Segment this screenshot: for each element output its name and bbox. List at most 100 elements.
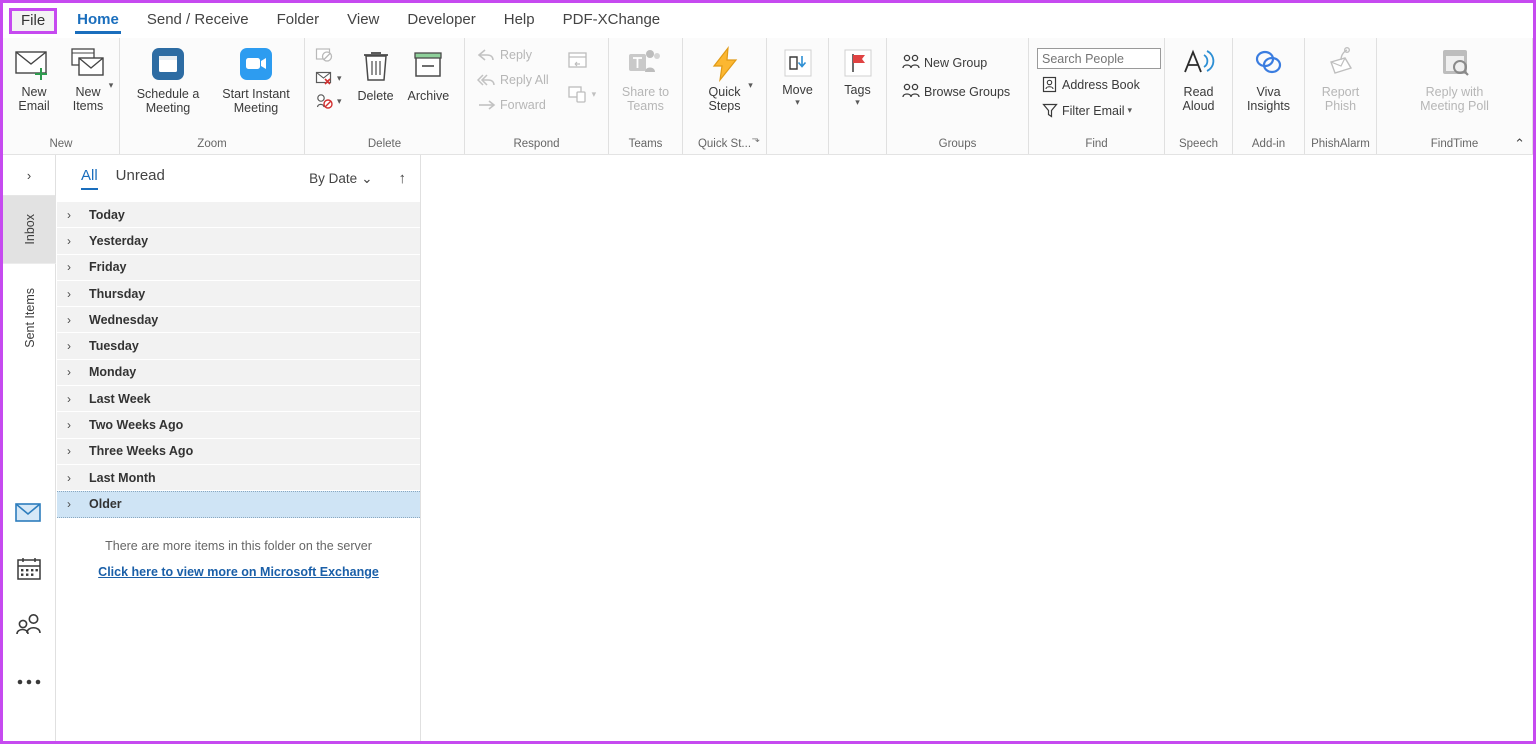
tab-help[interactable]: Help bbox=[490, 7, 549, 34]
viva-insights-button[interactable]: Viva Insights bbox=[1241, 42, 1296, 113]
tab-pdf-xchange[interactable]: PDF-XChange bbox=[549, 7, 675, 34]
message-group-row[interactable]: › Today bbox=[57, 202, 420, 229]
message-group-label: Thursday bbox=[89, 286, 146, 301]
clean-up-chevron-down-icon[interactable]: ▾ bbox=[337, 73, 342, 84]
browse-groups-icon bbox=[901, 83, 921, 100]
chevron-right-icon[interactable]: › bbox=[67, 208, 77, 222]
chevron-right-icon[interactable]: › bbox=[67, 497, 77, 511]
chevron-right-icon[interactable]: › bbox=[67, 392, 77, 406]
message-group-row-older[interactable]: › Older bbox=[57, 491, 420, 518]
message-group-row[interactable]: › Two Weeks Ago bbox=[57, 412, 420, 439]
meeting-button[interactable] bbox=[563, 48, 601, 72]
nav-people-button[interactable] bbox=[3, 599, 55, 655]
chevron-right-icon[interactable]: › bbox=[67, 287, 77, 301]
share-to-teams-button[interactable]: Share to Teams bbox=[616, 42, 675, 113]
message-group-row[interactable]: › Friday bbox=[57, 254, 420, 281]
address-book-button[interactable]: Address Book bbox=[1037, 74, 1161, 95]
outlook-window: File Home Send / Receive Folder View Dev… bbox=[0, 0, 1536, 744]
new-group-icon bbox=[901, 54, 921, 71]
rail-folder-sent-items[interactable]: Sent Items bbox=[3, 264, 56, 372]
message-group-row[interactable]: › Thursday bbox=[57, 280, 420, 308]
sort-by-button[interactable]: By Date ⌄ bbox=[309, 171, 372, 187]
tab-home[interactable]: Home bbox=[63, 7, 133, 34]
rail-folder-inbox[interactable]: Inbox bbox=[3, 196, 56, 264]
tags-button[interactable]: Tags ▾ bbox=[832, 42, 884, 108]
chevron-right-icon[interactable]: › bbox=[67, 313, 77, 327]
quick-steps-button[interactable]: Quick Steps ▾ bbox=[699, 42, 753, 113]
move-icon bbox=[781, 46, 815, 80]
filter-email-chevron-down-icon[interactable]: ▾ bbox=[1128, 105, 1133, 116]
reply-with-meeting-poll-button[interactable]: Reply with Meeting Poll bbox=[1407, 42, 1503, 113]
expand-folder-pane-button[interactable]: › bbox=[3, 155, 55, 195]
ribbon-tab-bar: File Home Send / Receive Folder View Dev… bbox=[3, 3, 1533, 38]
chevron-right-icon[interactable]: › bbox=[67, 471, 77, 485]
filter-all-tab[interactable]: All bbox=[81, 167, 98, 190]
search-people-input[interactable] bbox=[1037, 48, 1161, 69]
report-phish-button[interactable]: Report Phish bbox=[1315, 42, 1367, 113]
forward-button[interactable]: Forward bbox=[473, 95, 553, 115]
ignore-button[interactable] bbox=[311, 45, 346, 66]
rail-folder-sent-items-label: Sent Items bbox=[22, 288, 37, 348]
quick-steps-chevron-down-icon[interactable]: ▾ bbox=[748, 80, 753, 91]
tab-developer[interactable]: Developer bbox=[393, 7, 489, 34]
nav-mail-button[interactable] bbox=[3, 487, 55, 543]
reply-with-device-icon bbox=[567, 84, 589, 104]
chevron-down-icon: ⌄ bbox=[361, 170, 373, 186]
more-respond-button[interactable]: ▾ bbox=[563, 82, 601, 106]
message-group-row[interactable]: › Last Month bbox=[57, 464, 420, 492]
move-chevron-down-icon[interactable]: ▾ bbox=[795, 97, 800, 108]
new-group-button[interactable]: New Group bbox=[897, 52, 1014, 73]
ribbon-group-find-label: Find bbox=[1085, 138, 1108, 150]
nav-more-button[interactable] bbox=[3, 655, 55, 711]
tab-folder[interactable]: Folder bbox=[263, 7, 334, 34]
filter-unread-tab[interactable]: Unread bbox=[116, 167, 165, 190]
move-label: Move bbox=[782, 83, 813, 97]
message-group-label: Yesterday bbox=[89, 233, 149, 248]
nav-calendar-button[interactable] bbox=[3, 543, 55, 599]
sort-direction-button[interactable]: ↑ bbox=[391, 170, 407, 187]
tab-send-receive[interactable]: Send / Receive bbox=[133, 7, 263, 34]
message-group-row[interactable]: › Wednesday bbox=[57, 307, 420, 334]
message-group-row[interactable]: › Last Week bbox=[57, 386, 420, 413]
tab-file[interactable]: File bbox=[9, 7, 58, 34]
message-group-row[interactable]: › Tuesday bbox=[57, 333, 420, 360]
archive-button[interactable]: Archive bbox=[402, 42, 456, 103]
read-aloud-icon bbox=[1179, 46, 1219, 82]
quick-steps-dialog-launcher[interactable]: ⬎ bbox=[752, 130, 760, 150]
new-email-button[interactable]: New Email bbox=[7, 42, 61, 113]
ribbon-group-zoom-label: Zoom bbox=[197, 138, 227, 150]
ribbon-group-addin-label: Add-in bbox=[1251, 138, 1286, 150]
junk-chevron-down-icon[interactable]: ▾ bbox=[337, 96, 342, 107]
chevron-right-icon[interactable]: › bbox=[67, 339, 77, 353]
schedule-meeting-label: Schedule a Meeting bbox=[136, 87, 200, 115]
schedule-meeting-button[interactable]: Schedule a Meeting bbox=[124, 42, 212, 115]
chevron-right-icon[interactable]: › bbox=[67, 444, 77, 458]
new-items-chevron-down-icon[interactable]: ▾ bbox=[109, 80, 114, 91]
reply-button[interactable]: Reply bbox=[473, 45, 553, 65]
delete-button[interactable]: Delete bbox=[350, 42, 402, 103]
more-respond-chevron-down-icon[interactable]: ▾ bbox=[592, 89, 597, 100]
people-icon bbox=[15, 613, 43, 642]
browse-groups-button[interactable]: Browse Groups bbox=[897, 81, 1014, 102]
collapse-ribbon-button[interactable]: ⌃ bbox=[1514, 136, 1525, 152]
report-phish-label: Report Phish bbox=[1321, 85, 1360, 113]
new-items-button[interactable]: New Items ▾ bbox=[61, 42, 115, 113]
chevron-right-icon[interactable]: › bbox=[67, 234, 77, 248]
message-group-row[interactable]: › Three Weeks Ago bbox=[57, 438, 420, 465]
chevron-right-icon[interactable]: › bbox=[67, 418, 77, 432]
clean-up-icon bbox=[315, 70, 334, 87]
chevron-right-icon[interactable]: › bbox=[67, 365, 77, 379]
tab-view[interactable]: View bbox=[333, 7, 393, 34]
view-more-on-exchange-link[interactable]: Click here to view more on Microsoft Exc… bbox=[57, 565, 420, 579]
tags-chevron-down-icon[interactable]: ▾ bbox=[855, 97, 860, 108]
junk-button[interactable]: ▾ bbox=[311, 91, 346, 112]
start-instant-meeting-button[interactable]: Start Instant Meeting bbox=[212, 42, 300, 115]
read-aloud-button[interactable]: Read Aloud bbox=[1173, 42, 1225, 113]
message-group-row[interactable]: › Yesterday bbox=[57, 228, 420, 255]
reply-all-button[interactable]: Reply All bbox=[473, 70, 553, 90]
chevron-right-icon[interactable]: › bbox=[67, 260, 77, 274]
clean-up-button[interactable]: ▾ bbox=[311, 68, 346, 89]
move-button[interactable]: Move ▾ bbox=[772, 42, 824, 108]
message-group-row[interactable]: › Monday bbox=[57, 359, 420, 387]
filter-email-button[interactable]: Filter Email ▾ bbox=[1037, 100, 1161, 121]
